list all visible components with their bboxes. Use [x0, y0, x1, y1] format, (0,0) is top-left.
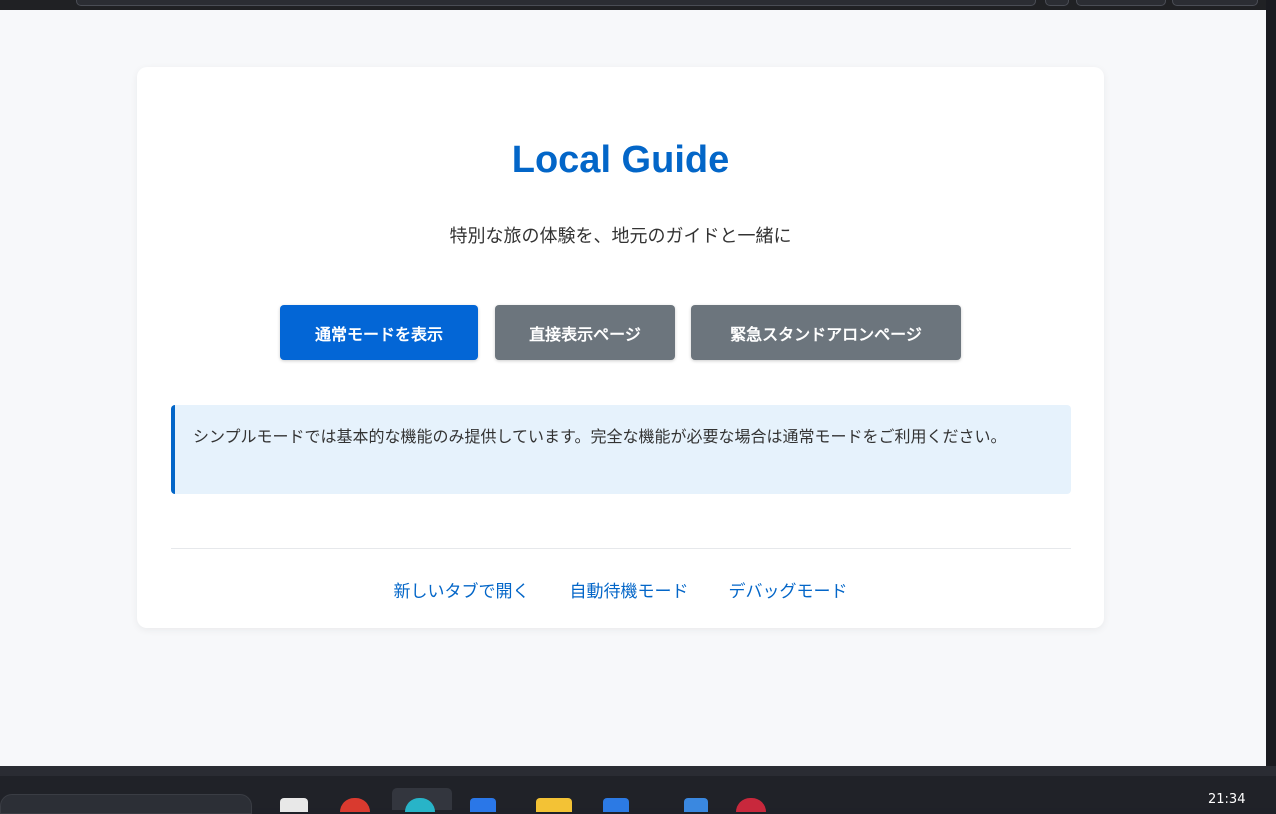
debug-mode-link[interactable]: デバッグモード: [729, 577, 848, 602]
taskbar-clock[interactable]: 21:34: [1208, 792, 1245, 807]
app-icon[interactable]: [280, 798, 308, 812]
open-new-tab-link[interactable]: 新しいタブで開く: [394, 577, 530, 602]
divider: [171, 548, 1071, 549]
normal-mode-button[interactable]: 通常モードを表示: [280, 305, 478, 360]
page-subtitle: 特別な旅の体験を、地元のガイドと一緒に: [449, 226, 792, 247]
emergency-standalone-button[interactable]: 緊急スタンドアロンページ: [691, 305, 961, 360]
footer-links: 新しいタブで開く 自動待機モード デバッグモード: [137, 577, 1104, 602]
browser-tab[interactable]: [76, 0, 1036, 6]
app-icon[interactable]: [470, 798, 496, 812]
app-icon[interactable]: [736, 798, 766, 812]
page-title: Local Guide: [511, 139, 730, 181]
browser-button[interactable]: [1045, 0, 1069, 6]
browser-chrome: [0, 0, 1276, 10]
folder-icon[interactable]: [536, 798, 572, 812]
browser-button[interactable]: [1076, 0, 1166, 6]
notice-text: シンプルモードでは基本的な機能のみ提供しています。完全な機能が必要な場合は通常モ…: [193, 427, 1007, 446]
direct-page-button[interactable]: 直接表示ページ: [495, 305, 675, 360]
window-edge: [1266, 0, 1276, 776]
page-viewport: Local Guide 特別な旅の体験を、地元のガイドと一緒に 通常モードを表示…: [0, 10, 1266, 766]
app-icon[interactable]: [603, 798, 629, 812]
browser-button[interactable]: [1172, 0, 1258, 6]
auto-wait-mode-link[interactable]: 自動待機モード: [570, 577, 689, 602]
window-edge: [0, 766, 1276, 776]
taskbar-search[interactable]: [0, 794, 252, 814]
app-icon[interactable]: [340, 798, 370, 812]
app-icon[interactable]: [684, 798, 708, 812]
main-card: Local Guide 特別な旅の体験を、地元のガイドと一緒に 通常モードを表示…: [137, 67, 1104, 628]
taskbar: 21:34: [0, 776, 1276, 814]
info-notice: シンプルモードでは基本的な機能のみ提供しています。完全な機能が必要な場合は通常モ…: [171, 405, 1071, 494]
